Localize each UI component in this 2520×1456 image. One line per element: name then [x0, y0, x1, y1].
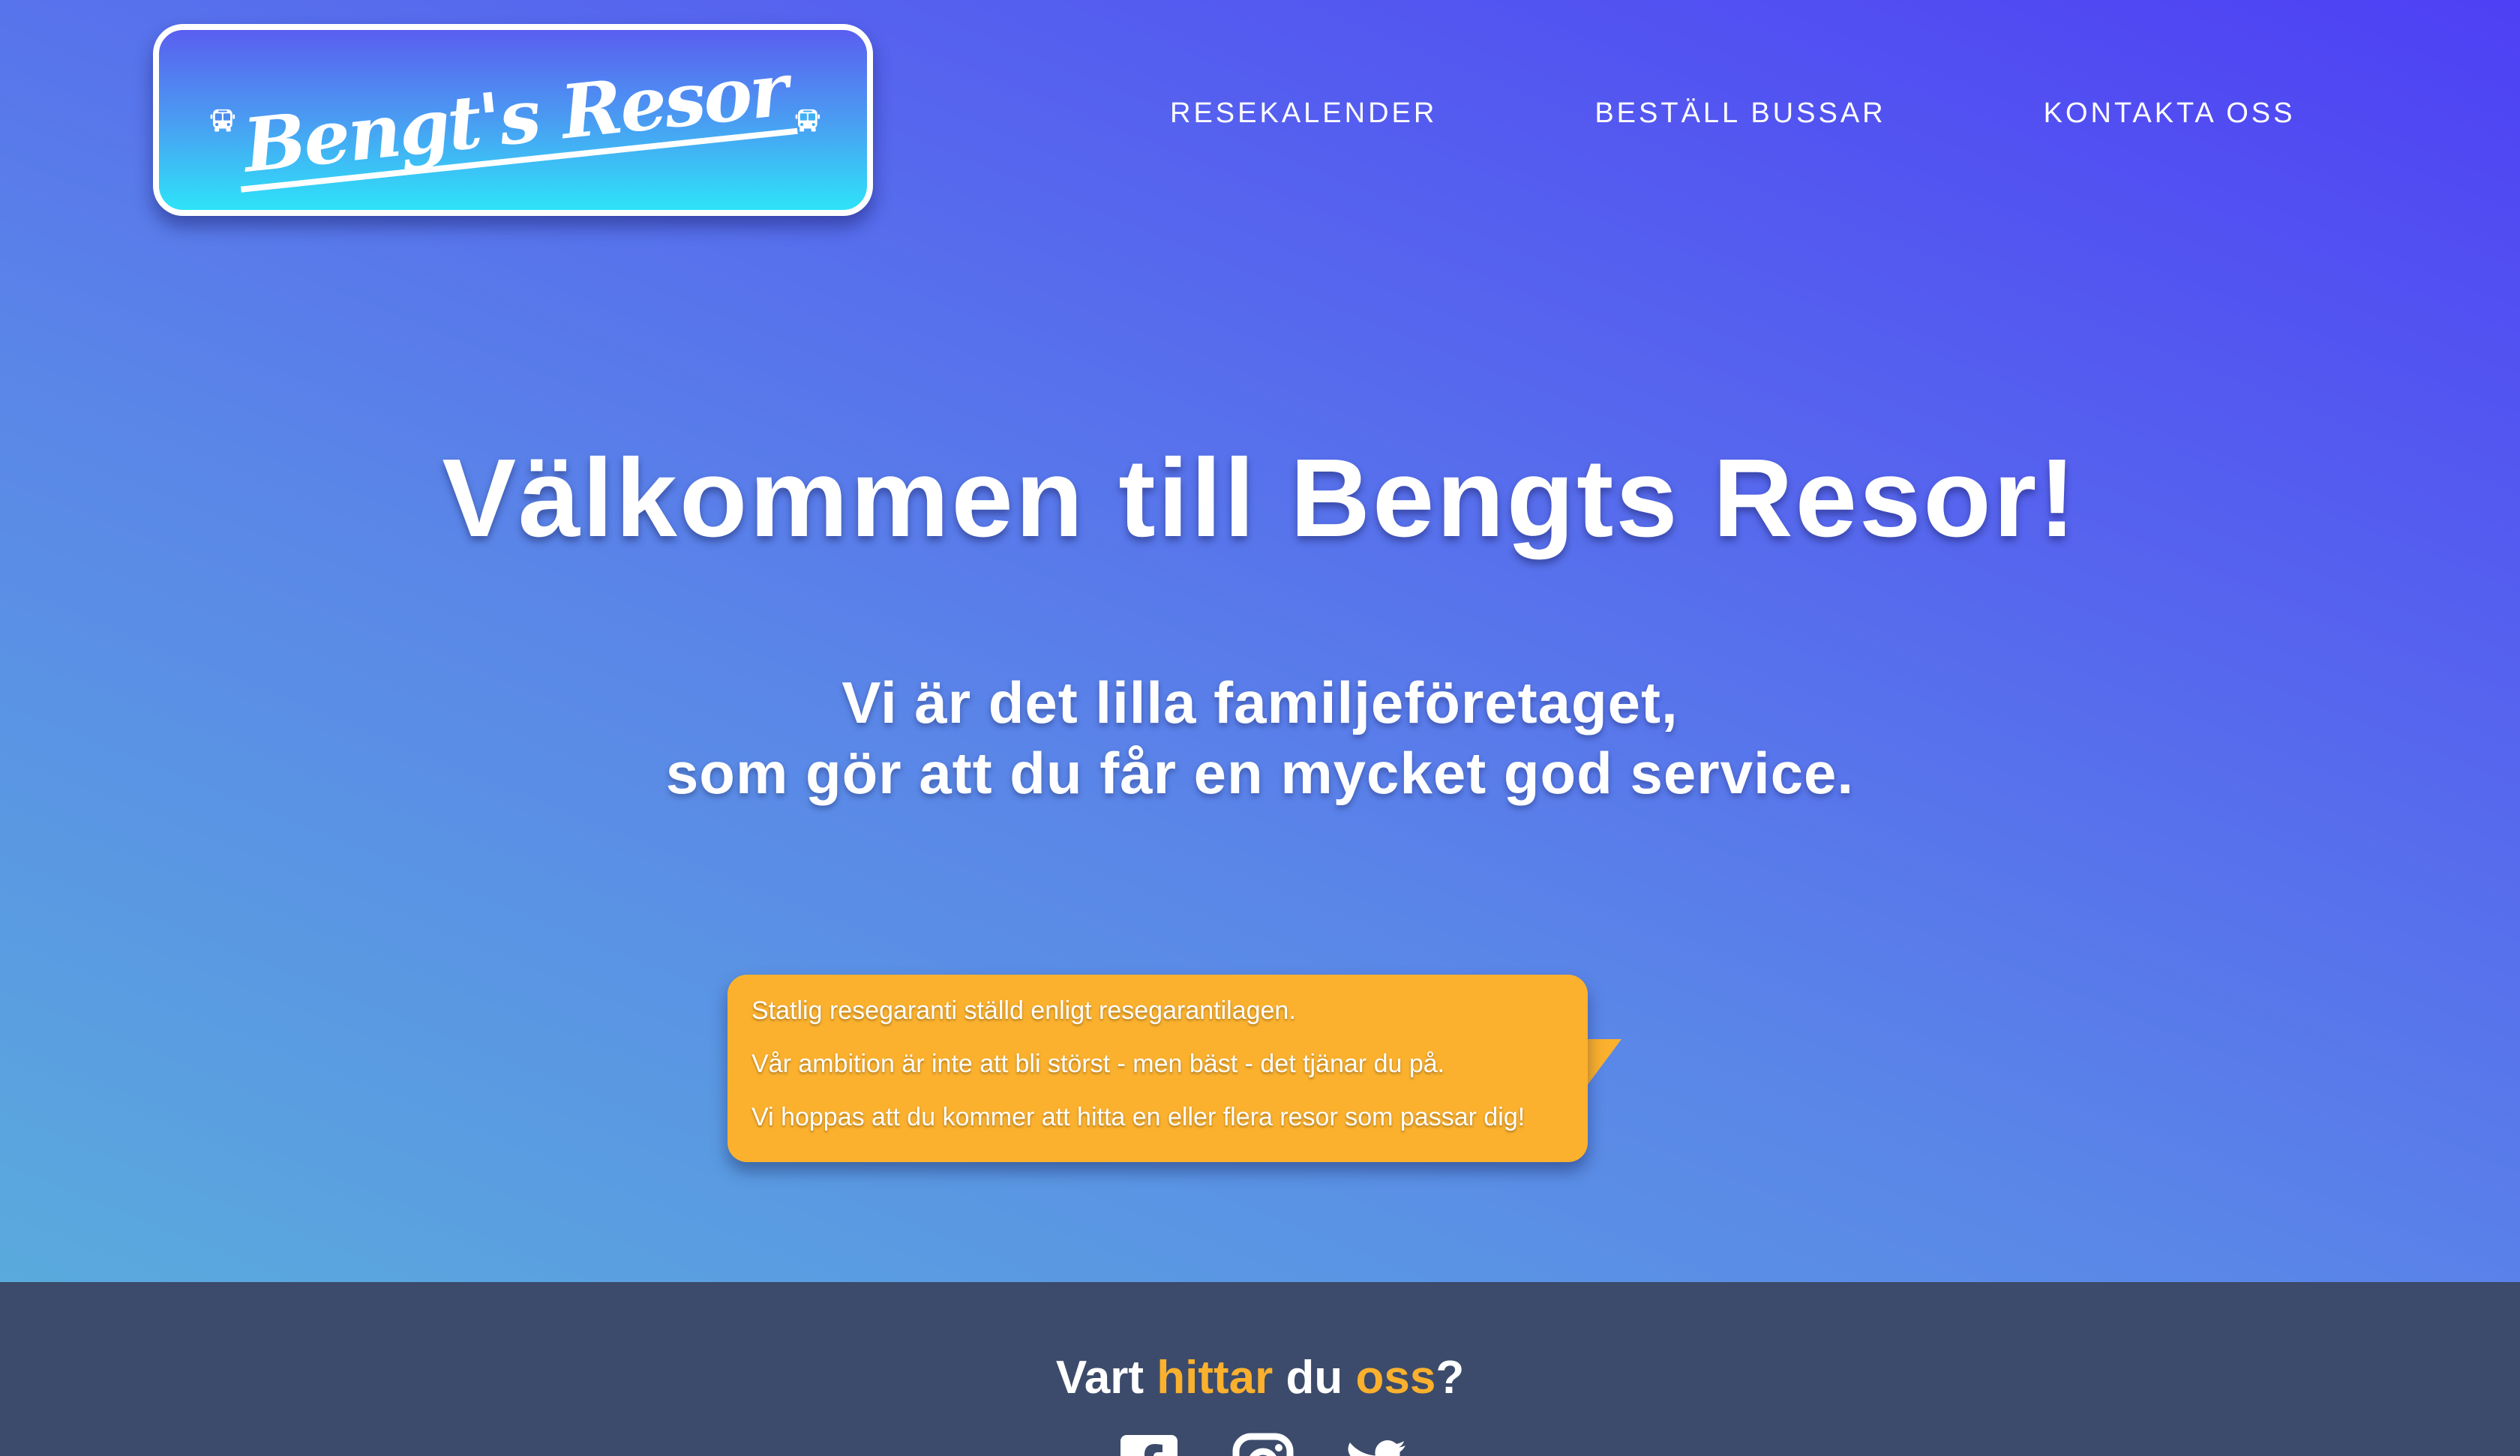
- nav-link-bestall-bussar[interactable]: BESTÄLL BUSSAR: [1594, 97, 1886, 130]
- nav-link-kontakta-oss[interactable]: KONTAKTA OSS: [2044, 97, 2296, 130]
- footer-heading-word: du: [1286, 1352, 1343, 1404]
- tagline-line-2: som gör att du får en mycket god service…: [665, 740, 1855, 806]
- twitter-icon[interactable]: [1346, 1432, 1408, 1456]
- footer-heading-end: ?: [1436, 1352, 1465, 1404]
- info-line: Vår ambition är inte att bli störst - me…: [752, 1050, 1445, 1078]
- info-line: Vi hoppas att du kommer att hitta en ell…: [752, 1103, 1526, 1131]
- bus-icon: [795, 109, 820, 132]
- hero-section: Bengt's Resor RESEKALENDER BESTÄLL BUSSA…: [0, 0, 2520, 1282]
- social-links: [1118, 1432, 1408, 1456]
- footer-heading-accent: oss: [1355, 1352, 1436, 1404]
- info-line: Statlig resegaranti ställd enligt resega…: [752, 996, 1296, 1025]
- bus-icon: [210, 109, 236, 132]
- footer-heading: Vart hittar du oss?: [0, 1351, 2520, 1404]
- brand-logo[interactable]: Bengt's Resor: [153, 24, 873, 216]
- info-bubble-body: Statlig resegaranti ställd enligt resega…: [728, 975, 1588, 1162]
- nav-link-resekalender[interactable]: RESEKALENDER: [1170, 97, 1437, 130]
- tagline-line-1: Vi är det lilla familjeföretaget,: [842, 670, 1678, 735]
- hero-tagline: Vi är det lilla familjeföretaget, som gö…: [0, 667, 2520, 808]
- instagram-icon[interactable]: [1232, 1432, 1294, 1456]
- info-bubble: Statlig resegaranti ställd enligt resega…: [728, 975, 1650, 1162]
- page-title: Välkommen till Bengts Resor!: [442, 436, 2078, 560]
- bubble-tail: [1582, 1039, 1622, 1092]
- footer-heading-accent: hittar: [1156, 1352, 1274, 1404]
- footer: Vart hittar du oss?: [0, 1282, 2520, 1456]
- footer-heading-word: Vart: [1055, 1352, 1144, 1404]
- logo-text: Bengt's Resor: [232, 46, 798, 193]
- facebook-icon[interactable]: [1118, 1432, 1180, 1456]
- main-nav: RESEKALENDER BESTÄLL BUSSAR KONTAKTA OSS: [1170, 97, 2296, 130]
